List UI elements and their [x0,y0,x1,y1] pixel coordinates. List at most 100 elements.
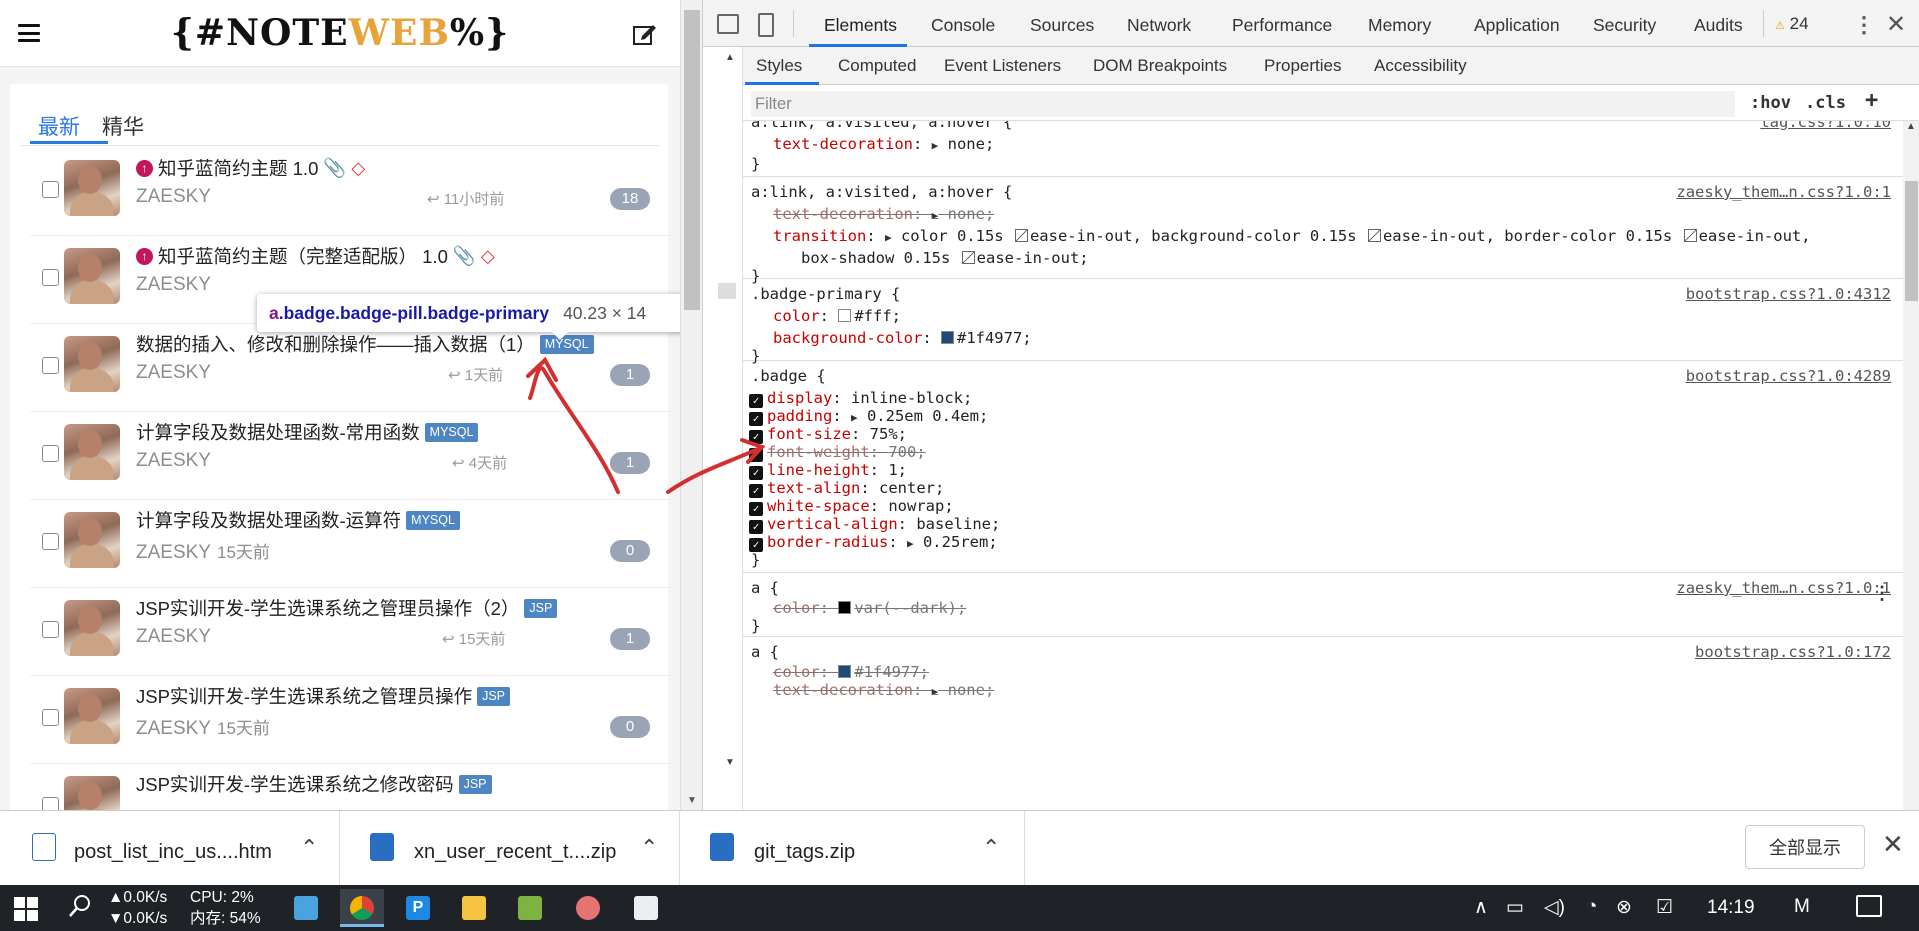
compose-icon[interactable] [632,22,658,46]
post-author[interactable]: ZAESKY [136,542,211,563]
download-filename[interactable]: post_list_inc_us....htm [74,841,272,864]
class-toggle[interactable]: .cls [1805,93,1846,113]
rule-selector[interactable]: a:link, a:visited, a:hover { [751,121,1012,133]
tab-application[interactable]: Application [1474,15,1560,36]
taskbar-app-explorer[interactable] [452,889,496,927]
taskbar-app-paint[interactable] [566,889,610,927]
post-title[interactable]: JSP实训开发-学生选课系统之管理员操作 [136,683,472,709]
inspect-element-icon[interactable] [717,14,739,34]
tab-sources[interactable]: Sources [1030,15,1094,36]
scroll-up-arrow-icon[interactable]: ▲ [1906,121,1916,132]
post-item[interactable]: ↑ 知乎蓝简约主题 1.0 📎 ◇ ZAESKY ↩ 11小时前 18 [30,148,670,236]
battery-icon[interactable]: ▭ [1506,896,1524,919]
post-item[interactable]: JSP实训开发-学生选课系统之管理员操作 JSP ZAESKY 15天前 0 [30,676,670,764]
notification-center-icon[interactable] [1856,895,1882,917]
scroll-down-arrow-icon[interactable]: ▼ [687,795,697,806]
subtab-event-listeners[interactable]: Event Listeners [944,56,1061,76]
avatar[interactable] [64,512,120,568]
scrollbar-thumb[interactable] [684,10,700,310]
rule-selector[interactable]: a { [751,577,779,599]
tag-badge[interactable]: JSP [524,598,558,618]
css-declaration[interactable]: ✓ border-radius: ▶ 0.25rem; [749,531,998,553]
post-author[interactable]: ZAESKY [136,186,211,208]
input-method-icon[interactable]: M [1794,896,1810,918]
css-declaration-overridden[interactable]: text-decoration: ▶ none; [773,679,994,701]
page-scrollbar[interactable]: ▼ [680,0,702,810]
css-declaration[interactable]: text-decoration: ▶ none; [773,133,994,155]
post-author[interactable]: ZAESKY [136,274,211,296]
rule-selector[interactable]: .badge-primary { [751,283,900,305]
rule-source-link[interactable]: bootstrap.css?1.0:172 [1695,641,1891,663]
taskbar-app-pinned[interactable] [284,889,328,927]
scroll-down-arrow-icon[interactable]: ▼ [725,757,735,768]
rule-source-link[interactable]: zaesky_them…n.css?1.0:1 [1676,577,1891,599]
post-author[interactable]: ZAESKY [136,362,211,384]
show-all-downloads-button[interactable]: 全部显示 [1745,825,1865,869]
css-declaration[interactable]: background-color: #1f4977; [773,327,1032,349]
search-icon[interactable] [68,894,92,920]
avatar[interactable] [64,688,120,744]
tag-badge[interactable]: MYSQL [406,510,460,530]
post-item[interactable]: 计算字段及数据处理函数-运算符 MYSQL ZAESKY 15天前 0 [30,500,670,588]
subtab-computed[interactable]: Computed [838,56,916,76]
taskbar-app-photos[interactable] [624,889,668,927]
download-filename[interactable]: git_tags.zip [754,841,855,864]
chevron-up-icon[interactable]: ⌃ [982,835,1000,861]
css-declaration[interactable]: color: #fff; [773,305,901,327]
styles-filter-input[interactable] [751,91,1735,117]
post-checkbox[interactable] [42,181,59,198]
post-checkbox[interactable] [42,269,59,286]
clock[interactable]: 14:19 [1707,897,1755,919]
post-title[interactable]: 数据的插入、修改和删除操作——插入数据（1） [136,331,535,357]
download-item[interactable]: git_tags.zip ⌃ [680,811,1025,886]
no-network-icon[interactable]: ⊗ [1616,896,1632,919]
wifi-icon[interactable]: ◔ [1586,896,1597,918]
post-checkbox[interactable] [42,357,59,374]
post-checkbox[interactable] [42,797,59,810]
tab-memory[interactable]: Memory [1368,15,1431,36]
post-title[interactable]: 计算字段及数据处理函数-运算符 [136,507,401,533]
taskbar-app-chrome[interactable] [340,889,384,927]
rule-selector[interactable]: a:link, a:visited, a:hover { [751,181,1012,203]
download-filename[interactable]: xn_user_recent_t....zip [414,841,616,864]
hover-state-toggle[interactable]: :hov [1750,93,1791,113]
styles-scrollbar[interactable]: ▲ [1903,121,1919,810]
css-declaration-overridden[interactable]: color: var(--dark); [773,597,966,619]
checkbox-tray-icon[interactable]: ☑ [1656,896,1673,919]
more-options-icon[interactable]: ⋮ [1853,12,1875,38]
tab-network[interactable]: Network [1127,15,1191,36]
post-title[interactable]: JSP实训开发-学生选课系统之管理员操作（2） [136,595,519,621]
download-item[interactable]: xn_user_recent_t....zip ⌃ [340,811,680,886]
close-downloads-icon[interactable]: ✕ [1882,829,1904,860]
post-checkbox[interactable] [42,533,59,550]
post-author[interactable]: ZAESKY [136,718,211,739]
avatar[interactable] [64,336,120,392]
rule-selector[interactable]: a { [751,641,779,663]
tag-badge[interactable]: JSP [477,686,511,706]
avatar[interactable] [64,160,120,216]
rule-source-link[interactable]: zaesky_them…n.css?1.0:1 [1676,181,1891,203]
subtab-styles[interactable]: Styles [756,56,802,76]
post-item[interactable]: JSP实训开发-学生选课系统之修改密码 JSP [30,764,670,810]
scrollbar-thumb[interactable] [1905,181,1918,301]
taskbar-app-p[interactable]: P [396,889,440,927]
subtab-accessibility[interactable]: Accessibility [1374,56,1467,76]
post-checkbox[interactable] [42,709,59,726]
post-author[interactable]: ZAESKY [136,626,211,648]
warnings-counter[interactable]: ⚠ 24 [1775,14,1809,34]
tab-latest[interactable]: 最新 [38,111,80,141]
taskbar-app-notepad[interactable] [508,889,552,927]
device-toolbar-icon[interactable] [758,13,774,37]
tray-chevron-up-icon[interactable]: ∧ [1474,896,1488,919]
css-declaration[interactable]: transition: ▶ color 0.15s ease-in-out, b… [773,225,1811,247]
windows-start-icon[interactable] [14,897,38,921]
scroll-up-arrow-icon[interactable]: ▲ [725,52,735,63]
tab-audits[interactable]: Audits [1694,15,1743,36]
site-logo[interactable]: {#NOTEWEB%} [0,12,680,54]
tab-security[interactable]: Security [1593,15,1656,36]
tag-badge[interactable]: MYSQL [424,422,479,442]
rule-source-link[interactable]: bootstrap.css?1.0:4312 [1686,283,1891,305]
tab-elements[interactable]: Elements [824,15,897,36]
post-item[interactable]: 计算字段及数据处理函数-常用函数 MYSQL ZAESKY ↩ 4天前 1 [30,412,670,500]
post-author[interactable]: ZAESKY [136,450,211,472]
